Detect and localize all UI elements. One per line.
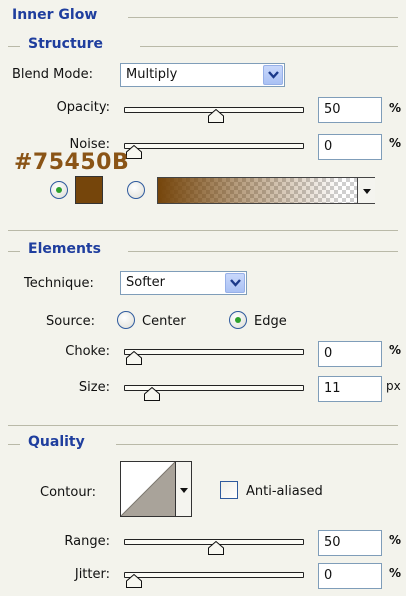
technique-value: Softer [126, 275, 165, 290]
source-center-label: Center [142, 314, 186, 329]
choke-slider-track[interactable] [124, 349, 304, 355]
jitter-unit: % [389, 566, 402, 580]
size-slider-thumb[interactable] [144, 386, 161, 401]
gradient-radio[interactable] [127, 181, 145, 199]
noise-unit: % [389, 136, 402, 150]
blend-mode-value: Multiply [126, 67, 178, 82]
chevron-down-icon[interactable] [225, 273, 245, 293]
noise-slider-track[interactable] [124, 143, 304, 149]
contour-label: Contour: [40, 485, 97, 500]
chevron-down-icon[interactable] [263, 65, 283, 85]
radio-selected-dot [235, 317, 241, 323]
choke-label: Choke: [65, 344, 110, 359]
contour-dropdown-button[interactable] [176, 461, 192, 517]
size-unit: px [386, 379, 401, 393]
elements-divider-right [128, 251, 398, 252]
jitter-slider-track[interactable] [124, 572, 304, 578]
structure-divider-right [140, 46, 398, 47]
triangle-down-icon [179, 482, 188, 497]
range-unit: % [389, 533, 402, 547]
anti-aliased-label: Anti-aliased [246, 484, 323, 499]
gradient-dropdown-button[interactable] [357, 178, 375, 203]
choke-slider-thumb[interactable] [126, 350, 142, 365]
size-label: Size: [78, 380, 110, 395]
source-edge-label: Edge [254, 314, 287, 329]
noise-input[interactable]: 0 [318, 134, 382, 160]
quality-heading: Quality [28, 434, 85, 450]
source-edge-radio[interactable] [229, 311, 247, 329]
contour-picker[interactable] [120, 461, 176, 517]
choke-unit: % [389, 343, 402, 357]
opacity-input[interactable]: 50 [318, 97, 382, 123]
opacity-label: Opacity: [56, 100, 110, 115]
structure-divider-left [8, 46, 20, 47]
range-label: Range: [64, 534, 110, 549]
blend-mode-label: Blend Mode: [12, 67, 93, 82]
elements-heading: Elements [28, 241, 101, 257]
gradient-picker[interactable] [157, 177, 375, 204]
elements-divider-left [8, 251, 20, 252]
quality-divider-top [8, 425, 398, 426]
source-center-radio[interactable] [117, 311, 135, 329]
range-input[interactable]: 50 [318, 530, 382, 556]
size-input[interactable]: 11 [318, 376, 382, 402]
jitter-input[interactable]: 0 [318, 563, 382, 589]
panel-title: Inner Glow [12, 7, 98, 23]
triangle-down-icon [362, 183, 371, 198]
quality-divider-right [116, 444, 398, 445]
structure-heading: Structure [28, 36, 104, 52]
title-divider [128, 17, 398, 18]
range-slider-thumb[interactable] [208, 540, 224, 555]
opacity-unit: % [389, 101, 402, 115]
solid-color-radio[interactable] [50, 181, 68, 199]
blend-mode-select[interactable]: Multiply [120, 63, 285, 87]
technique-select[interactable]: Softer [120, 271, 247, 295]
color-hex-annotation: #75450B [14, 150, 130, 175]
choke-input[interactable]: 0 [318, 341, 382, 367]
radio-selected-dot [56, 187, 62, 193]
anti-aliased-checkbox[interactable] [220, 481, 238, 499]
source-label: Source: [46, 314, 96, 329]
jitter-slider-thumb[interactable] [126, 573, 142, 588]
jitter-label: Jitter: [74, 567, 110, 582]
quality-divider-left [8, 444, 20, 445]
technique-label: Technique: [24, 276, 94, 291]
opacity-slider-thumb[interactable] [208, 108, 224, 123]
glow-color-swatch[interactable] [75, 176, 103, 204]
elements-divider-top [8, 230, 398, 231]
